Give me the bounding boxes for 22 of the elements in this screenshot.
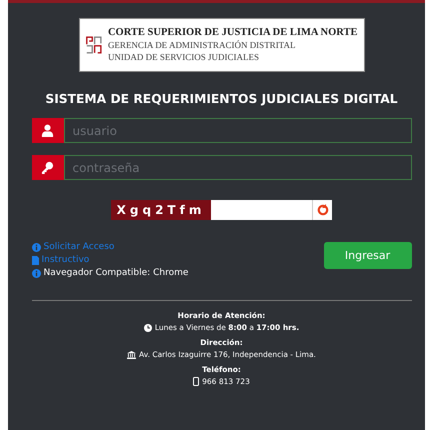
info-icon xyxy=(32,268,40,278)
login-button[interactable]: Ingresar xyxy=(324,242,412,269)
captcha-field[interactable] xyxy=(211,200,312,220)
bank-icon xyxy=(127,350,136,358)
file-icon xyxy=(32,256,38,264)
logo-text: UNIDAD DE SERVICIOS JUDICIALES xyxy=(108,51,260,63)
refresh-icon xyxy=(316,204,328,216)
link[interactable]: Solicitar Acceso xyxy=(32,242,188,252)
info-icon xyxy=(32,242,40,252)
captcha-image: Xgq2Tfm xyxy=(111,200,211,220)
link[interactable]: Instructivo xyxy=(32,255,188,265)
phone-icon xyxy=(193,377,200,386)
clock-icon xyxy=(144,324,152,332)
logo-text: GERENCIA DE ADMINISTRACIÓN DISTRITAL xyxy=(108,39,296,51)
username-field[interactable]: usuario xyxy=(64,118,412,143)
browser-note: Navegador Compatible: Chrome xyxy=(44,268,188,278)
refresh-button[interactable] xyxy=(312,200,332,220)
password-field[interactable]: contraseña xyxy=(64,155,412,180)
key-icon xyxy=(41,161,54,174)
page-title: SISTEMA DE REQUERIMIENTOS JUDICIALES DIGITAL xyxy=(45,92,398,106)
user-icon xyxy=(41,124,54,137)
logo-text: CORTE SUPERIOR DE JUSTICIA DE LIMA NORTE xyxy=(108,27,358,39)
